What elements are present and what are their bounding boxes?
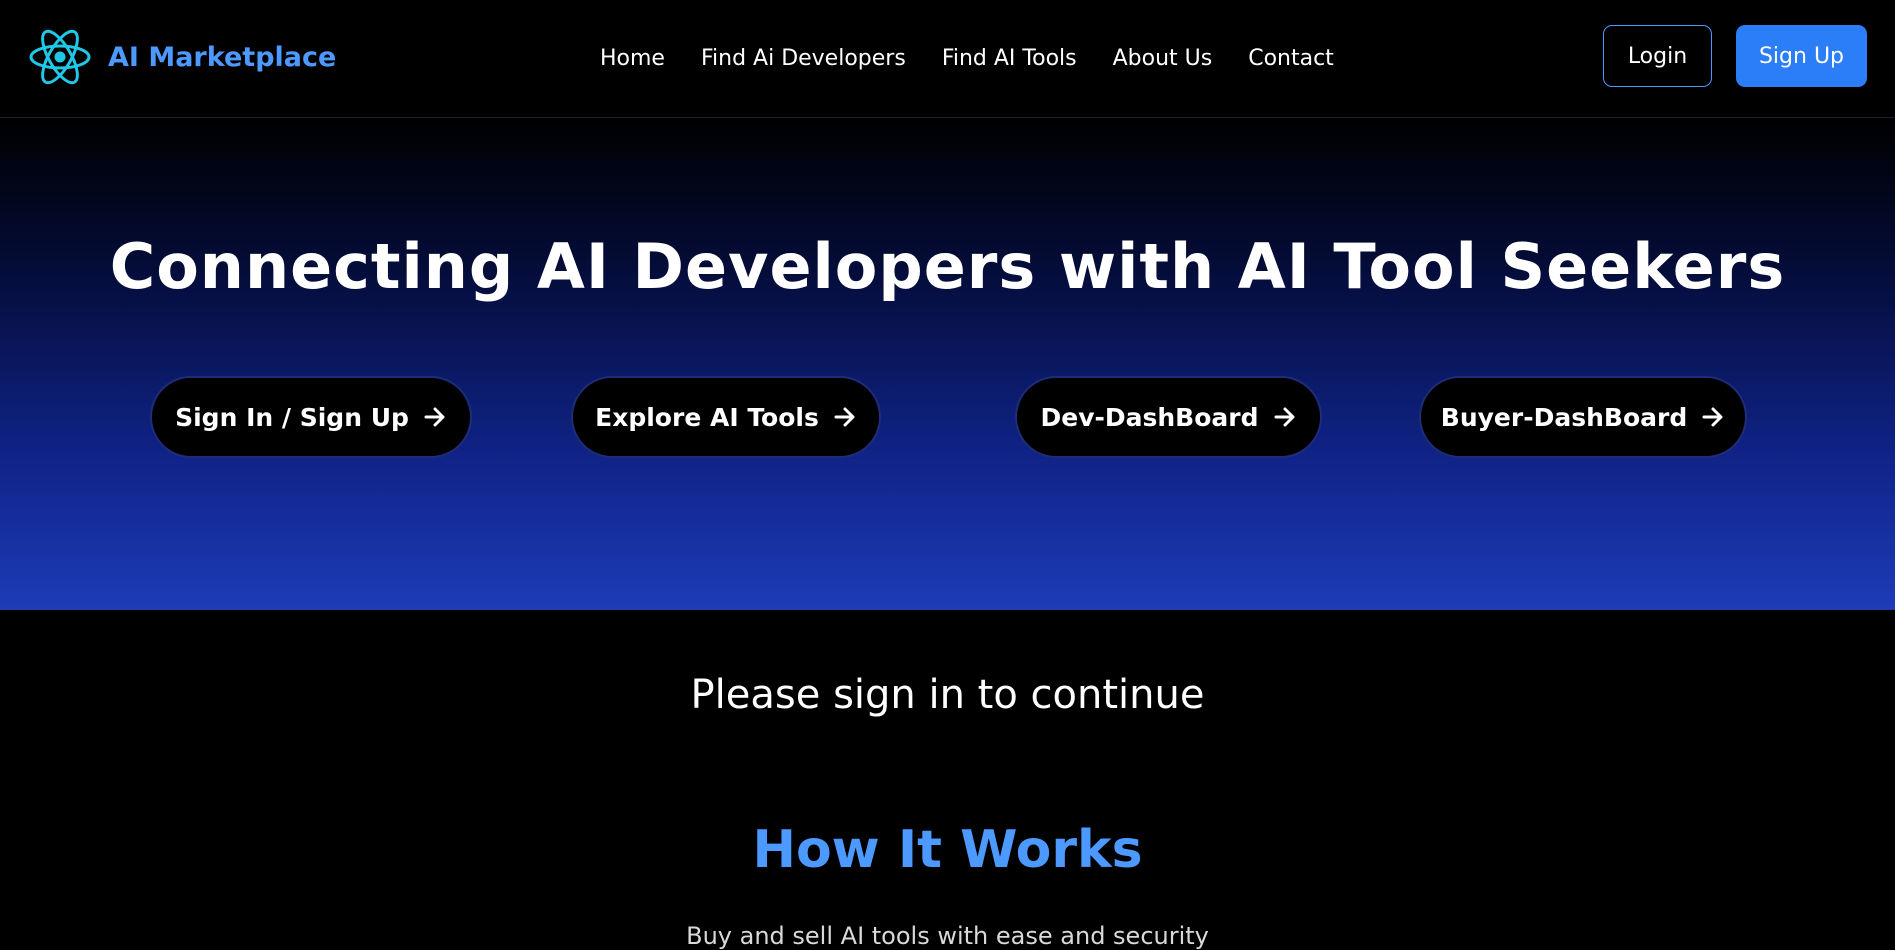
- atom-icon: [29, 29, 91, 85]
- arrow-right-icon: [1274, 407, 1294, 427]
- nav-contact[interactable]: Contact: [1248, 46, 1334, 71]
- hero-section: Connecting AI Developers with AI Tool Se…: [0, 118, 1895, 610]
- signup-button[interactable]: Sign Up: [1736, 25, 1867, 87]
- brand-logo-link[interactable]: AI Marketplace: [28, 27, 336, 87]
- arrow-right-icon: [834, 407, 855, 427]
- arrow-right-icon: [1702, 407, 1723, 427]
- signin-prompt: Please sign in to continue: [690, 672, 1205, 718]
- nav-about-us[interactable]: About Us: [1113, 46, 1213, 71]
- arrow-right-icon: [424, 407, 445, 427]
- sign-in-sign-up-button[interactable]: Sign In / Sign Up: [150, 376, 472, 458]
- button-label: Sign In / Sign Up: [175, 402, 409, 432]
- how-it-works-subtitle: Buy and sell AI tools with ease and secu…: [686, 922, 1209, 950]
- top-navbar: AI Marketplace Home Find Ai Developers F…: [0, 0, 1895, 118]
- buyer-dashboard-button[interactable]: Buyer-DashBoard: [1419, 376, 1747, 458]
- nav-find-ai-developers[interactable]: Find Ai Developers: [701, 46, 906, 71]
- login-button[interactable]: Login: [1603, 25, 1712, 87]
- main-nav: Home Find Ai Developers Find AI Tools Ab…: [600, 40, 1334, 76]
- brand-name: AI Marketplace: [108, 41, 337, 73]
- nav-find-ai-tools[interactable]: Find AI Tools: [942, 46, 1077, 71]
- explore-ai-tools-button[interactable]: Explore AI Tools: [571, 376, 881, 458]
- button-label: Dev-DashBoard: [1040, 402, 1259, 432]
- hero-title: Connecting AI Developers with AI Tool Se…: [109, 230, 1786, 303]
- how-it-works-title: How It Works: [752, 820, 1143, 880]
- dev-dashboard-button[interactable]: Dev-DashBoard: [1015, 376, 1322, 458]
- nav-home[interactable]: Home: [600, 46, 665, 71]
- button-label: Buyer-DashBoard: [1440, 402, 1688, 432]
- button-label: Explore AI Tools: [595, 402, 819, 432]
